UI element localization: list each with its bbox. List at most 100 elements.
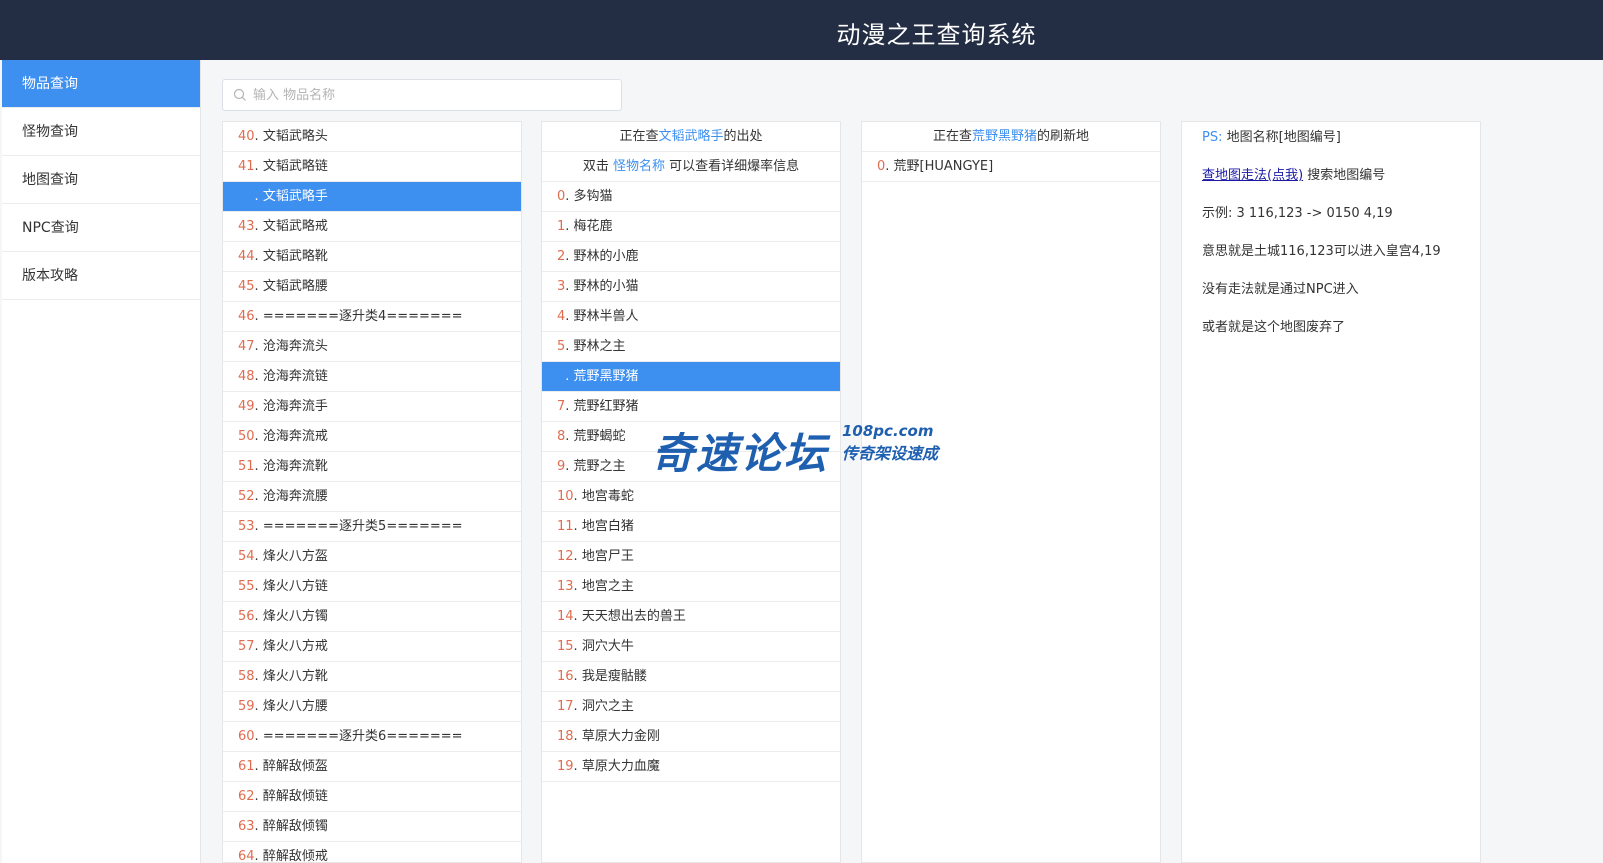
item-row[interactable]: 45. 文韬武略腰 [223, 272, 521, 302]
monster-row[interactable]: 5. 野林之主 [542, 332, 840, 362]
map-list-panel: 正在查荒野黑野猪的刷新地 0. 荒野[HUANGYE] [861, 121, 1161, 863]
hint-keyword: 怪物名称 [612, 159, 665, 174]
meaning-line: 意思就是土城116,123可以进入皇宫4,19 [1202, 244, 1441, 259]
monster-row[interactable]: 19. 草原大力血魔 [542, 752, 840, 782]
item-row[interactable]: 50. 沧海奔流戒 [223, 422, 521, 452]
row-name: 文韬武略链 [262, 159, 328, 174]
monster-row[interactable]: 17. 洞穴之主 [542, 692, 840, 722]
item-row[interactable]: 60. =======逐升类6======= [223, 722, 521, 752]
item-row[interactable]: 47. 沧海奔流头 [223, 332, 521, 362]
row-number: 52 [238, 489, 255, 504]
row-name: 洞穴大牛 [581, 639, 634, 654]
monster-row[interactable]: 1. 梅花鹿 [542, 212, 840, 242]
row-separator: . [573, 579, 582, 594]
item-row[interactable]: 57. 烽火八方戒 [223, 632, 521, 662]
row-separator: . [573, 729, 582, 744]
search-box [222, 79, 622, 111]
row-number: 17 [557, 699, 574, 714]
watermark-logo: 奇速论坛 108pc.com 传奇架设速成 [652, 420, 952, 478]
row-name: 荒野蝎蛇 [573, 429, 626, 444]
item-row[interactable]: 64. 醉解敌倾戒 [223, 842, 521, 862]
item-row[interactable]: 51. 沧海奔流靴 [223, 452, 521, 482]
row-number: 48 [238, 369, 255, 384]
item-row[interactable]: 46. =======逐升类4======= [223, 302, 521, 332]
monster-row[interactable]: 11. 地宫白猪 [542, 512, 840, 542]
item-row[interactable]: 49. 沧海奔流手 [223, 392, 521, 422]
row-number: 56 [238, 609, 255, 624]
item-row[interactable]: 41. 文韬武略链 [223, 152, 521, 182]
item-row[interactable]: 53. =======逐升类5======= [223, 512, 521, 542]
row-name: =======逐升类6======= [262, 729, 463, 744]
item-row[interactable]: 55. 烽火八方链 [223, 572, 521, 602]
item-row[interactable]: 43. 文韬武略戒 [223, 212, 521, 242]
no-route-line: 没有走法就是通过NPC进入 [1202, 282, 1359, 297]
monster-row[interactable]: 6. 荒野黑野猪 [542, 362, 840, 392]
hint-prefix: 双击 [582, 159, 613, 174]
row-separator: . [254, 429, 263, 444]
item-row[interactable]: 54. 烽火八方盔 [223, 542, 521, 572]
ps-label: PS: [1202, 130, 1223, 145]
row-separator: . [254, 759, 263, 774]
row-name: 荒野红野猪 [573, 399, 639, 414]
row-name: =======逐升类4======= [262, 309, 463, 324]
row-separator: . [573, 699, 582, 714]
row-number: 12 [557, 549, 574, 564]
item-row[interactable]: 48. 沧海奔流链 [223, 362, 521, 392]
item-row[interactable]: 58. 烽火八方靴 [223, 662, 521, 692]
row-name: 烽火八方靴 [262, 669, 328, 684]
monster-row[interactable]: 10. 地宫毒蛇 [542, 482, 840, 512]
header-prefix: 正在查 [619, 129, 659, 144]
item-row[interactable]: 59. 烽火八方腰 [223, 692, 521, 722]
row-separator: . [573, 639, 582, 654]
item-row[interactable]: 56. 烽火八方镯 [223, 602, 521, 632]
row-separator: . [254, 309, 263, 324]
row-number: 62 [238, 789, 255, 804]
item-row[interactable]: 52. 沧海奔流腰 [223, 482, 521, 512]
monster-panel-header: 正在查文韬武略手的出处 [542, 122, 840, 152]
monster-row[interactable]: 2. 野林的小鹿 [542, 242, 840, 272]
row-separator: . [885, 159, 894, 174]
sidebar-item-maps[interactable]: 地图查询 [2, 156, 200, 204]
monster-row[interactable]: 0. 多钩猫 [542, 182, 840, 212]
monster-row[interactable]: 18. 草原大力金刚 [542, 722, 840, 752]
monster-row[interactable]: 7. 荒野红野猪 [542, 392, 840, 422]
row-name: =======逐升类5======= [262, 519, 463, 534]
watermark-title: 奇速论坛 [652, 429, 829, 478]
monster-list-panel: 正在查文韬武略手的出处 双击 怪物名称 可以查看详细爆率信息 0. 多钩猫 1. … [541, 121, 841, 863]
row-name: 沧海奔流手 [262, 399, 328, 414]
row-number: 43 [238, 219, 255, 234]
row-separator: . [254, 219, 263, 234]
row-number: 11 [557, 519, 574, 534]
row-separator: . [254, 699, 263, 714]
monster-row[interactable]: 12. 地宫尸王 [542, 542, 840, 572]
hint-suffix: 可以查看详细爆率信息 [665, 159, 800, 174]
example-line: 示例: 3 116,123 -> 0150 4,19 [1202, 206, 1393, 221]
item-row[interactable]: 42. 文韬武略手 [223, 182, 521, 212]
map-row[interactable]: 0. 荒野[HUANGYE] [862, 152, 1160, 182]
sidebar-item-items[interactable]: 物品查询 [2, 60, 200, 108]
route-link[interactable]: 查地图走法(点我) [1202, 168, 1303, 183]
item-row[interactable]: 62. 醉解敌倾链 [223, 782, 521, 812]
row-separator: . [573, 609, 582, 624]
monster-row[interactable]: 14. 天天想出去的兽王 [542, 602, 840, 632]
item-row[interactable]: 61. 醉解敌倾盔 [223, 752, 521, 782]
sidebar-item-npc[interactable]: NPC查询 [2, 204, 200, 252]
monster-row[interactable]: 15. 洞穴大牛 [542, 632, 840, 662]
watermark-slogan: 传奇架设速成 [842, 444, 939, 463]
monster-row[interactable]: 13. 地宫之主 [542, 572, 840, 602]
row-name: 烽火八方戒 [262, 639, 328, 654]
header-suffix: 的出处 [723, 129, 763, 144]
row-name: 荒野黑野猪 [573, 369, 639, 384]
row-name: 沧海奔流腰 [262, 489, 328, 504]
sidebar-item-guide[interactable]: 版本攻略 [2, 252, 200, 300]
monster-row[interactable]: 3. 野林的小猫 [542, 272, 840, 302]
item-row[interactable]: 40. 文韬武略头 [223, 122, 521, 152]
row-name: 烽火八方腰 [262, 699, 328, 714]
row-number: 19 [557, 759, 574, 774]
search-input[interactable] [253, 84, 613, 106]
item-row[interactable]: 44. 文韬武略靴 [223, 242, 521, 272]
sidebar-item-monsters[interactable]: 怪物查询 [2, 108, 200, 156]
item-row[interactable]: 63. 醉解敌倾镯 [223, 812, 521, 842]
monster-row[interactable]: 16. 我是瘦骷髅 [542, 662, 840, 692]
monster-row[interactable]: 4. 野林半兽人 [542, 302, 840, 332]
